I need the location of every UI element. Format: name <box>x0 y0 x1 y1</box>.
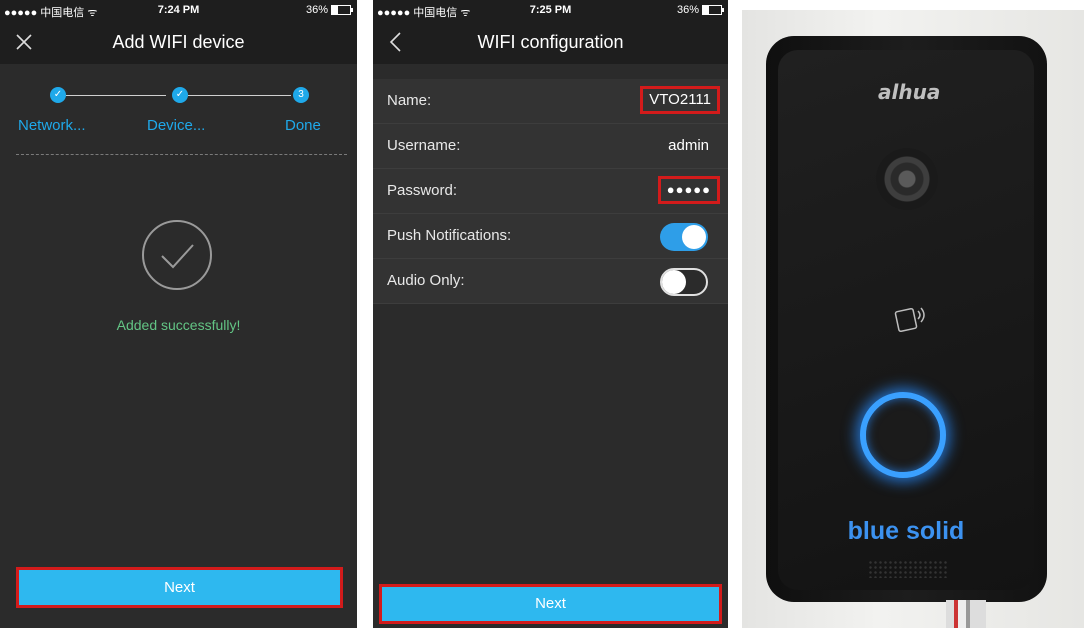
push-notifications-toggle[interactable] <box>660 223 708 251</box>
nav-bar: Add WIFI device <box>0 20 357 64</box>
battery-icon <box>702 5 724 15</box>
wifi-configuration-screen: ●●●●● 中国电信 ᯤ 7:25 PM 36% WIFI configurat… <box>373 0 728 628</box>
settings-list: Name: VTO2111 Username: admin Password: … <box>373 79 728 304</box>
password-row[interactable]: Password: ●●●●● <box>373 169 728 214</box>
next-button[interactable]: Next <box>16 567 343 608</box>
battery-icon <box>331 5 353 15</box>
device-face: alhua blue solid <box>778 50 1034 590</box>
username-label: Username: <box>387 137 461 154</box>
step-3-number: 3 <box>293 87 309 103</box>
audio-only-toggle[interactable] <box>660 268 708 296</box>
name-row[interactable]: Name: VTO2111 <box>373 79 728 124</box>
name-label: Name: <box>387 92 432 109</box>
step-label-network: Network... <box>18 117 86 134</box>
battery-percent: 36% <box>676 4 699 16</box>
success-check-icon <box>142 220 212 290</box>
audio-only-label: Audio Only: <box>387 272 465 289</box>
progress-stepper: ✓ ✓ 3 Network... Device... Done <box>0 80 357 150</box>
doorbell-device: alhua blue solid <box>766 36 1047 602</box>
status-time: 7:24 PM <box>157 4 200 16</box>
step-label-device: Device... <box>147 117 206 134</box>
status-bar: ●●●●● 中国电信 ᯤ 7:25 PM 36% <box>373 0 728 20</box>
success-message: Added successfully! <box>116 317 241 333</box>
battery-indicator: 36% <box>676 4 724 16</box>
speaker-grille <box>868 560 948 578</box>
add-wifi-device-screen: ●●●●● 中国电信 ᯤ 7:24 PM 36% Add WIFI device… <box>0 0 357 628</box>
doorbell-photo: alhua blue solid <box>742 10 1084 628</box>
card-reader-icon <box>894 307 925 332</box>
push-notifications-label: Push Notifications: <box>387 227 512 244</box>
toggle-knob <box>682 225 706 249</box>
push-notifications-row: Push Notifications: <box>373 214 728 259</box>
password-value[interactable]: ●●●●● <box>657 176 720 204</box>
next-button[interactable]: Next <box>379 584 722 624</box>
username-row[interactable]: Username: admin <box>373 124 728 169</box>
brand-logo: alhua <box>878 80 941 104</box>
step-1-check-icon: ✓ <box>50 87 66 103</box>
status-time: 7:25 PM <box>529 4 572 16</box>
cables <box>946 600 986 628</box>
password-label: Password: <box>387 182 458 199</box>
led-status-caption: blue solid <box>847 517 965 545</box>
page-title: Add WIFI device <box>112 32 245 52</box>
call-button-ring <box>860 392 946 478</box>
camera-lens <box>876 148 938 210</box>
divider <box>16 154 347 155</box>
step-connector <box>188 95 291 96</box>
step-connector <box>66 95 166 96</box>
status-bar: ●●●●● 中国电信 ᯤ 7:24 PM 36% <box>0 0 357 20</box>
step-2-check-icon: ✓ <box>172 87 188 103</box>
audio-only-row: Audio Only: <box>373 259 728 304</box>
step-label-done: Done <box>285 117 321 134</box>
page-title: WIFI configuration <box>477 32 624 52</box>
nav-bar: WIFI configuration <box>373 20 728 64</box>
battery-percent: 36% <box>305 4 328 16</box>
toggle-knob <box>662 270 686 294</box>
username-value[interactable]: admin <box>668 137 709 154</box>
name-value[interactable]: VTO2111 <box>640 86 720 114</box>
battery-indicator: 36% <box>305 4 353 16</box>
